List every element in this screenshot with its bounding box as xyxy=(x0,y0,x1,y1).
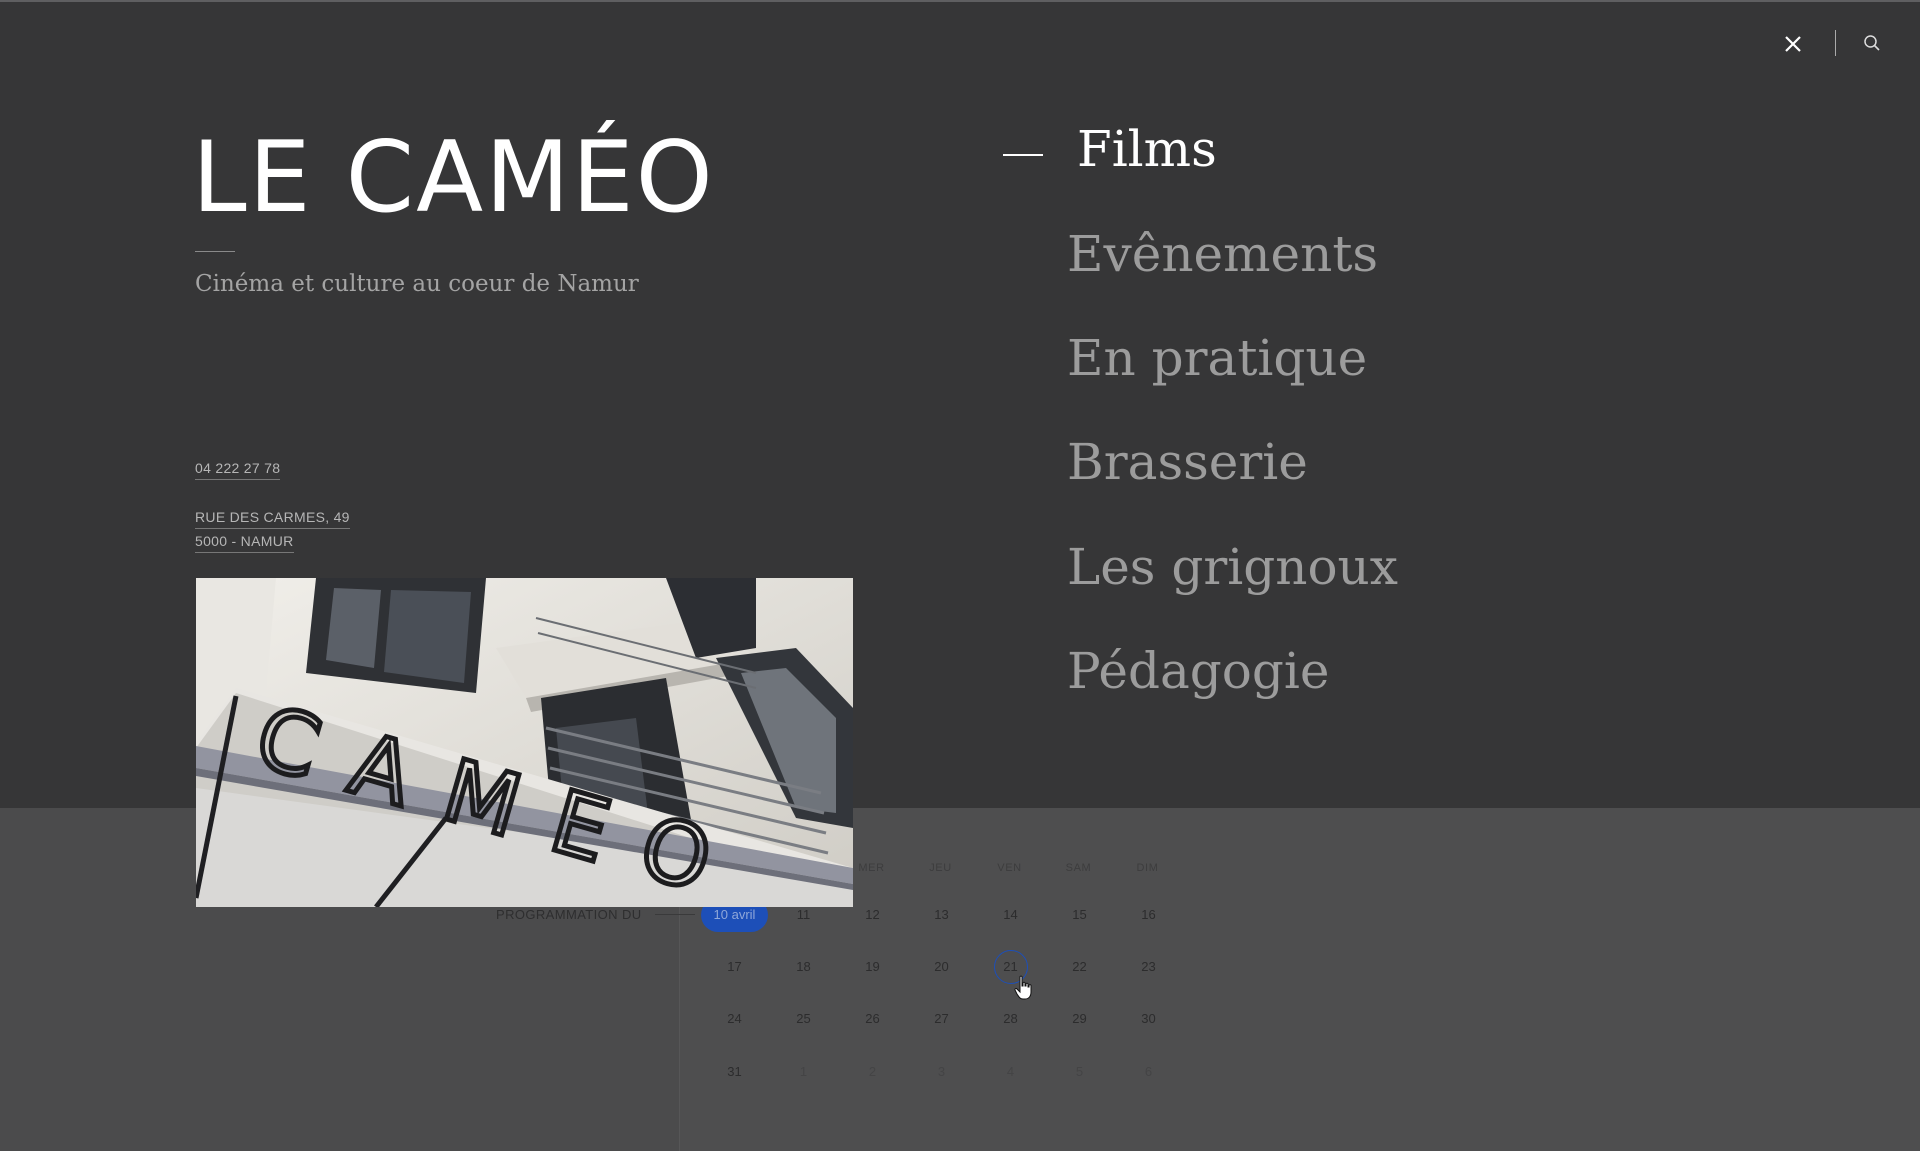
active-indicator xyxy=(1003,154,1043,156)
calendar-day[interactable]: 24 xyxy=(700,1002,769,1036)
calendar-day-next-month: 3 xyxy=(937,1064,946,1079)
nav-item-pedagogie[interactable]: Pédagogie xyxy=(1067,641,1330,701)
calendar-day-next-month: 5 xyxy=(1075,1064,1084,1079)
programmation-line xyxy=(655,914,695,915)
nav-item-les-grignoux[interactable]: Les grignoux xyxy=(1067,537,1398,597)
calendar-day-next-month: 4 xyxy=(1006,1064,1015,1079)
day-name: VEN xyxy=(997,862,1022,874)
calendar-day[interactable]: 19 xyxy=(838,950,907,984)
calendar-day[interactable]: 20 xyxy=(907,950,976,984)
calendar-day[interactable]: 14 xyxy=(976,898,1045,932)
calendar-day[interactable]: 26 xyxy=(838,1002,907,1036)
calendar-day[interactable]: 16 xyxy=(1114,898,1183,932)
calendar-day[interactable]: 25 xyxy=(769,1002,838,1036)
calendar-day[interactable]: 28 xyxy=(976,1002,1045,1036)
title-divider xyxy=(195,251,235,252)
calendar-day[interactable]: 30 xyxy=(1114,1002,1183,1036)
calendar-day[interactable]: 29 xyxy=(1045,1002,1114,1036)
hand-cursor-icon xyxy=(1014,975,1032,1000)
calendar-day-next-month: 6 xyxy=(1144,1064,1153,1079)
nav-item-brasserie[interactable]: Brasserie xyxy=(1067,432,1308,492)
calendar-day[interactable]: 23 xyxy=(1114,950,1183,984)
nav-item-en-pratique[interactable]: En pratique xyxy=(1067,328,1367,388)
calendar-day[interactable]: 13 xyxy=(907,898,976,932)
site-title: LE CAMÉO xyxy=(192,121,715,235)
calendar-day[interactable]: 17 xyxy=(700,950,769,984)
calendar-day-next-month: 2 xyxy=(868,1064,877,1079)
calendar-day[interactable]: 15 xyxy=(1045,898,1114,932)
phone-link[interactable]: 04 222 27 78 xyxy=(195,460,281,480)
day-name: DIM xyxy=(1136,862,1159,874)
close-icon[interactable] xyxy=(1779,30,1807,58)
header-divider xyxy=(1835,30,1836,56)
site-tagline: Cinéma et culture au coeur de Namur xyxy=(195,271,639,297)
cinema-facade-photo: CAMEO xyxy=(196,578,853,907)
calendar-day-next-month: 1 xyxy=(799,1064,808,1079)
day-name: SAM xyxy=(1065,862,1092,874)
calendar-day[interactable]: 31 xyxy=(700,1055,769,1089)
search-icon[interactable] xyxy=(1862,33,1882,53)
programmation-label: PROGRAMMATION DU xyxy=(496,907,642,922)
address-street-link[interactable]: RUE DES CARMES, 49 xyxy=(195,509,350,529)
day-name: JEU xyxy=(929,862,952,874)
calendar-day[interactable]: 27 xyxy=(907,1002,976,1036)
nav-item-films[interactable]: Films xyxy=(1077,119,1217,179)
calendar-day[interactable]: 18 xyxy=(769,950,838,984)
nav-item-evenements[interactable]: Evênements xyxy=(1067,224,1378,284)
address-city-link[interactable]: 5000 - NAMUR xyxy=(195,533,294,553)
calendar-day[interactable]: 22 xyxy=(1045,950,1114,984)
